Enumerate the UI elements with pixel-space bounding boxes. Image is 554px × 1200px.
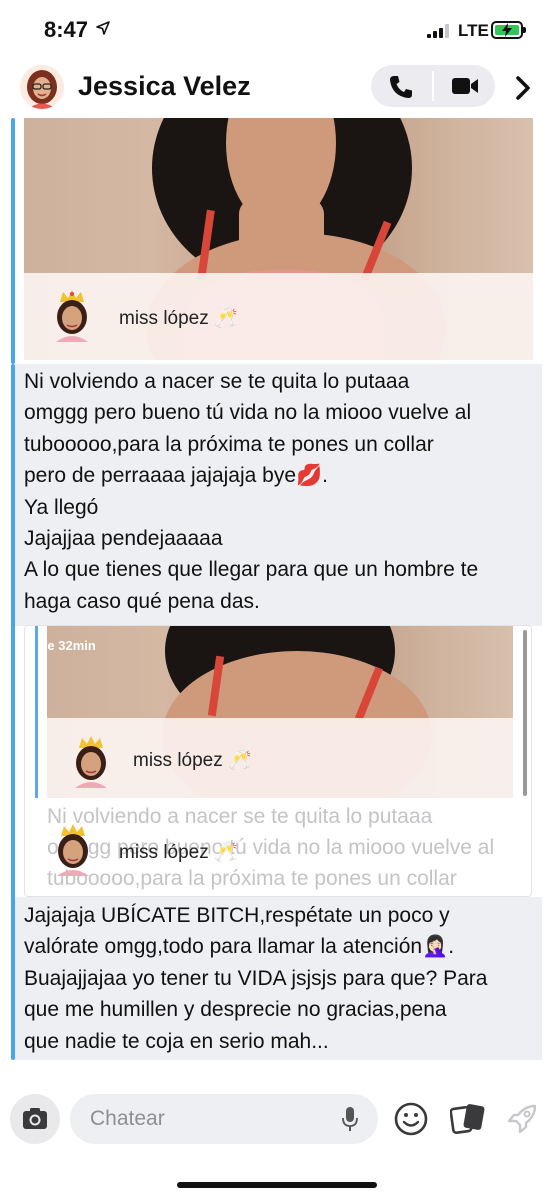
shared-snap[interactable]: miss lópez 🥂: [24, 118, 533, 360]
chat-input-field[interactable]: [70, 1094, 378, 1144]
quote-caption: miss lópez 🥂: [133, 750, 252, 771]
bitmoji-crown-avatar: [57, 824, 89, 876]
location-arrow-icon: [96, 21, 110, 35]
camera-icon: [23, 1108, 47, 1129]
chat-input[interactable]: [90, 1104, 330, 1134]
quote-overlay-caption: miss lópez 🥂: [119, 842, 238, 863]
snap-caption: miss lópez 🥂: [119, 308, 238, 329]
contact-avatar[interactable]: [20, 65, 64, 109]
sender-bar: [11, 118, 15, 364]
quote-timestamp: hace 32min: [47, 638, 96, 653]
rocket-icon[interactable]: [505, 1102, 539, 1136]
network-type: LTE: [458, 21, 489, 40]
chevron-right-icon[interactable]: [513, 75, 533, 101]
emoji-icon[interactable]: [394, 1102, 428, 1136]
phone-icon[interactable]: [388, 74, 414, 100]
input-bar: [0, 1086, 554, 1200]
video-icon[interactable]: [451, 76, 479, 96]
camera-button[interactable]: [10, 1094, 60, 1144]
contact-name[interactable]: Jessica Velez: [78, 71, 251, 102]
status-time: 8:47: [44, 17, 89, 42]
quoted-snap[interactable]: hace 32min miss lópez 🥂: [47, 626, 513, 798]
bitmoji-crown-avatar: [56, 290, 88, 342]
scrollbar[interactable]: [523, 630, 527, 796]
battery-charging-icon: [491, 21, 526, 39]
sticker-icon[interactable]: [450, 1102, 486, 1136]
message-text: Ni volviendo a nacer se te quita lo puta…: [24, 370, 479, 613]
home-indicator: [177, 1182, 377, 1188]
chat-header: Jessica Velez: [0, 60, 554, 116]
message-text: Jajajaja UBÍCATE BITCH,respétate un poco…: [24, 904, 488, 1053]
call-actions: [371, 65, 495, 107]
bitmoji-crown-avatar: [75, 736, 107, 788]
quoted-reply[interactable]: hace 32min miss lópez 🥂 Ni volviendo a n…: [24, 625, 532, 897]
mic-icon[interactable]: [342, 1106, 358, 1132]
signal-icon: [427, 24, 453, 38]
status-bar: 8:47 LTE: [0, 0, 554, 60]
chat-area[interactable]: miss lópez 🥂 Ni volviendo a nacer se te …: [0, 118, 554, 1064]
